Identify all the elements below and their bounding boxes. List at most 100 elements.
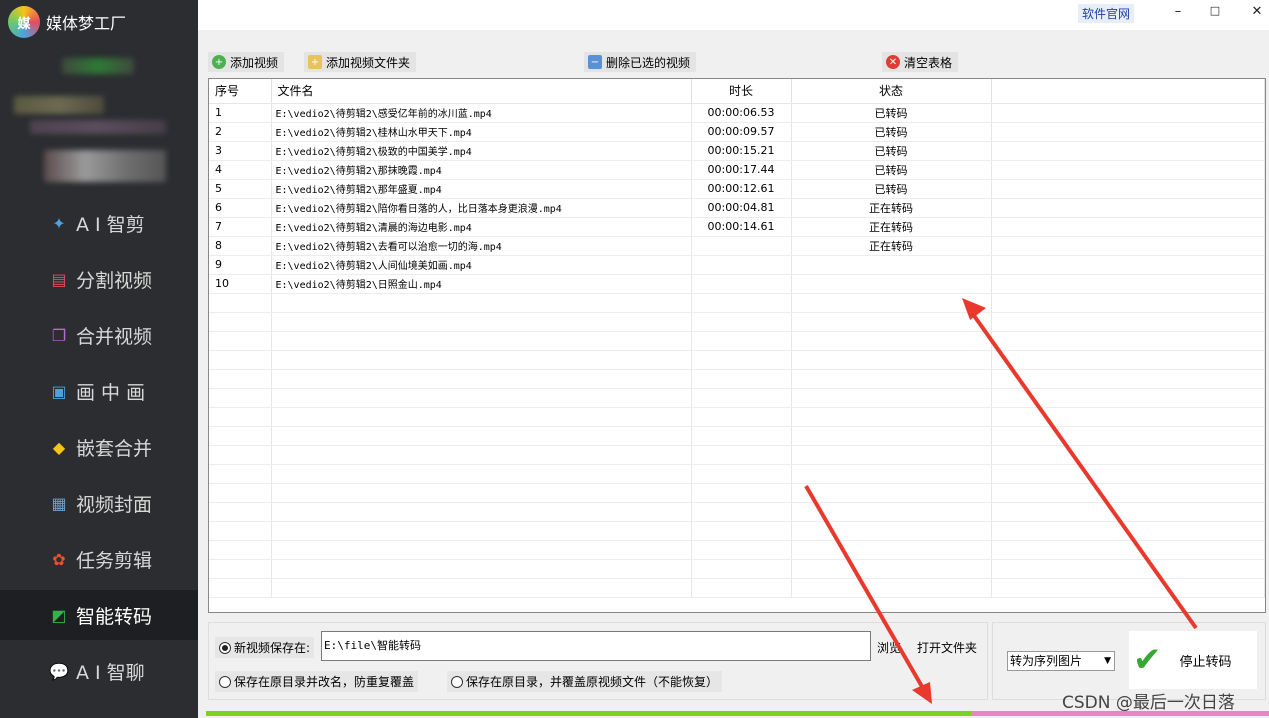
cell-filename — [271, 521, 692, 541]
table-row[interactable]: 5 E:\vedio2\待剪辑2\那年盛夏.mp4 00:00:12.61 已转码 — [209, 179, 1265, 199]
cell-duration: 00:00:14.61 — [691, 217, 792, 237]
sidebar-item-label: 合并视频 — [76, 325, 153, 348]
table-row[interactable] — [209, 388, 1265, 408]
cell-index — [209, 426, 272, 446]
cell-blank — [991, 103, 1265, 123]
sidebar-item-video-cover[interactable]: ▦ 视频封面 — [0, 478, 198, 528]
table-row[interactable] — [209, 369, 1265, 389]
table-row[interactable] — [209, 331, 1265, 351]
cell-status — [791, 502, 992, 522]
cell-blank — [991, 255, 1265, 275]
col-header-index[interactable]: 序号 — [209, 79, 272, 104]
delete-selected-button[interactable]: − 删除已选的视频 — [584, 52, 697, 72]
stop-transcode-button[interactable]: ✔ 停止转码 — [1129, 631, 1257, 689]
cell-status — [791, 312, 992, 332]
cell-index: 3 — [209, 141, 272, 161]
sidebar-item-label: 视频封面 — [76, 493, 153, 516]
table-row[interactable] — [209, 350, 1265, 370]
browse-button[interactable]: 浏览 — [877, 639, 901, 656]
table-row[interactable]: 9 E:\vedio2\待剪辑2\人间仙境美如画.mp4 — [209, 255, 1265, 275]
table-row[interactable] — [209, 293, 1265, 313]
col-header-duration[interactable]: 时长 — [691, 79, 792, 104]
sidebar-item-ai-chat[interactable]: 💬 A I 智聊 — [0, 646, 198, 696]
table-row[interactable] — [209, 445, 1265, 465]
sidebar-item-task-edit[interactable]: ✿ 任务剪辑 — [0, 534, 198, 584]
cell-filename — [271, 464, 692, 484]
table-row[interactable] — [209, 312, 1265, 332]
video-table[interactable]: 序号 文件名 时长 状态 1 E:\vedio2\待剪辑2\感受亿年前的冰川蓝.m… — [208, 78, 1266, 613]
save-new-radio[interactable]: 新视频保存在: — [215, 637, 315, 658]
table-row[interactable] — [209, 483, 1265, 503]
table-row[interactable] — [209, 540, 1265, 560]
table-row[interactable] — [209, 407, 1265, 427]
cell-duration — [691, 521, 792, 541]
cell-duration — [691, 236, 792, 256]
delete-list-icon: − — [588, 55, 602, 69]
table-row[interactable] — [209, 521, 1265, 541]
cell-blank — [991, 160, 1265, 180]
save-overwrite-radio[interactable]: 保存在原目录，并覆盖原视频文件（不能恢复） — [447, 671, 723, 692]
cell-blank — [991, 331, 1265, 351]
clear-table-button[interactable]: ✕ 清空表格 — [882, 52, 959, 72]
cell-index: 4 — [209, 160, 272, 180]
table-row[interactable] — [209, 426, 1265, 446]
sidebar-item-smart-transcode[interactable]: ◩ 智能转码 — [0, 590, 198, 640]
sidebar-item-label: A I 智聊 — [76, 661, 145, 684]
cell-duration: 00:00:15.21 — [691, 141, 792, 161]
cell-status — [791, 350, 992, 370]
cell-status — [791, 293, 992, 313]
save-rename-radio[interactable]: 保存在原目录并改名，防重复覆盖 — [215, 671, 419, 692]
maximize-button[interactable]: □ — [1205, 4, 1225, 17]
cell-blank — [991, 217, 1265, 237]
table-row[interactable]: 2 E:\vedio2\待剪辑2\桂林山水甲天下.mp4 00:00:09.57 已转… — [209, 122, 1265, 142]
save-path-input[interactable]: E:\file\智能转码 — [321, 631, 871, 661]
toolbar: + 添加视频 + 添加视频文件夹 − 删除已选的视频 ✕ 清空表格 — [198, 50, 1269, 74]
cell-duration — [691, 255, 792, 275]
cell-duration — [691, 274, 792, 294]
add-folder-button[interactable]: + 添加视频文件夹 — [304, 52, 417, 72]
cell-blank — [991, 312, 1265, 332]
sidebar-item-merge-video[interactable]: ❐ 合并视频 — [0, 310, 198, 360]
table-row[interactable]: 1 E:\vedio2\待剪辑2\感受亿年前的冰川蓝.mp4 00:00:06.53… — [209, 103, 1265, 123]
close-button[interactable]: ✕ — [1247, 4, 1267, 19]
cell-status — [791, 274, 992, 294]
add-video-button[interactable]: + 添加视频 — [208, 52, 285, 72]
cell-blank — [991, 502, 1265, 522]
table-row[interactable]: 8 E:\vedio2\待剪辑2\去看可以治愈一切的海.mp4 正在转码 — [209, 236, 1265, 256]
table-row[interactable] — [209, 559, 1265, 579]
cell-filename — [271, 540, 692, 560]
cell-index — [209, 521, 272, 541]
sidebar-item-label: 分割视频 — [76, 269, 153, 292]
cell-blank — [991, 388, 1265, 408]
split-video-icon: ▤ — [51, 269, 67, 289]
blurred-account-info — [62, 58, 134, 74]
cell-status — [791, 255, 992, 275]
cell-status: 已转码 — [791, 103, 992, 123]
sidebar-item-picture-in-picture[interactable]: ▣ 画 中 画 — [0, 366, 198, 416]
table-row[interactable] — [209, 578, 1265, 598]
cell-status: 正在转码 — [791, 198, 992, 218]
cell-index: 6 — [209, 198, 272, 218]
sidebar-item-label: 嵌套合并 — [76, 437, 153, 460]
table-row[interactable]: 4 E:\vedio2\待剪辑2\那抹晚霞.mp4 00:00:17.44 已转码 — [209, 160, 1265, 180]
table-row[interactable]: 3 E:\vedio2\待剪辑2\极致的中国美学.mp4 00:00:15.21 已转… — [209, 141, 1265, 161]
open-folder-button[interactable]: 打开文件夹 — [917, 639, 977, 656]
table-row[interactable]: 7 E:\vedio2\待剪辑2\清晨的海边电影.mp4 00:00:14.61 正在… — [209, 217, 1265, 237]
table-row[interactable] — [209, 464, 1265, 484]
table-row[interactable]: 6 E:\vedio2\待剪辑2\陪你看日落的人，比日落本身更浪漫.mp4 00:0… — [209, 198, 1265, 218]
cell-index: 5 — [209, 179, 272, 199]
col-header-filename[interactable]: 文件名 — [271, 79, 692, 104]
app-logo: 媒 — [8, 6, 40, 38]
col-header-status[interactable]: 状态 — [791, 79, 992, 104]
sidebar-item-nested-merge[interactable]: ◆ 嵌套合并 — [0, 422, 198, 472]
official-site-link[interactable]: 软件官网 — [1078, 4, 1135, 23]
cell-status: 已转码 — [791, 122, 992, 142]
sidebar-item-split-video[interactable]: ▤ 分割视频 — [0, 254, 198, 304]
sidebar-item-ai-clip[interactable]: ✦ A I 智剪 — [0, 198, 198, 248]
table-row[interactable]: 10 E:\vedio2\待剪辑2\日照金山.mp4 — [209, 274, 1265, 294]
cell-duration — [691, 464, 792, 484]
table-row[interactable] — [209, 502, 1265, 522]
minimize-button[interactable]: – — [1168, 4, 1188, 19]
cell-blank — [991, 122, 1265, 142]
format-select[interactable]: 转为序列图片 ▼ — [1007, 651, 1115, 671]
